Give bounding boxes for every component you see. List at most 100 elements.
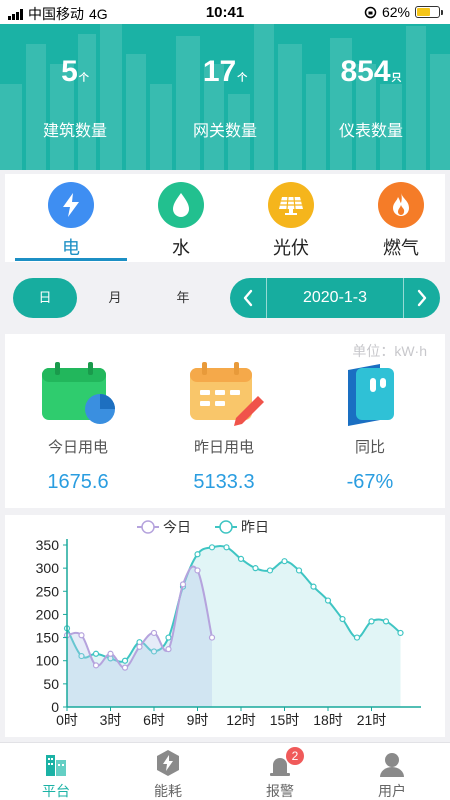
rotation-lock-icon — [364, 6, 377, 18]
bottom-navigation: 平台 能耗 2 报警 用户 — [0, 742, 450, 800]
data-point — [382, 618, 390, 625]
summary-label: 同比 — [354, 439, 385, 456]
y-tick-label: 200 — [36, 606, 60, 622]
y-tick-label: 350 — [36, 537, 60, 553]
category-tabs: 电 水 光伏 燃气 — [5, 174, 445, 262]
tab-water[interactable]: 水 — [126, 182, 236, 260]
range-month-button[interactable]: 月 — [95, 278, 135, 318]
range-selector: 日 月 年 — [13, 278, 218, 318]
x-tick-label: 21时 — [357, 712, 387, 728]
data-point — [92, 650, 100, 657]
stat-unit: 个 — [237, 73, 248, 84]
alarm-count-badge: 2 — [286, 747, 304, 765]
nav-label: 用户 — [378, 783, 406, 799]
stat-unit: 只 — [391, 73, 402, 84]
solar-panel-icon — [268, 182, 314, 228]
tab-label: 电 — [62, 238, 80, 258]
legend-label: 昨日 — [241, 519, 269, 535]
data-point — [107, 650, 114, 657]
data-point — [397, 629, 404, 637]
stat-label: 网关数量 — [192, 123, 257, 140]
meter-count-stat: 854只 仪表数量 — [296, 52, 446, 141]
data-point — [339, 615, 346, 623]
nav-label: 能耗 — [154, 783, 182, 799]
tab-label: 水 — [172, 238, 190, 258]
chevron-right-icon — [417, 289, 427, 307]
previous-date-button[interactable] — [230, 278, 266, 318]
x-tick-label: 18时 — [313, 712, 343, 728]
summary-value: 1675.6 — [47, 471, 109, 493]
stats-header: 5个 建筑数量 17个 网关数量 854只 仪表数量 — [0, 24, 450, 170]
data-point — [281, 558, 288, 565]
data-point — [237, 555, 245, 562]
data-point — [194, 551, 201, 558]
data-point — [136, 643, 143, 650]
x-tick-label: 6时 — [143, 712, 165, 728]
x-tick-label: 15时 — [270, 712, 300, 728]
legend-marker — [219, 520, 233, 534]
tab-solar[interactable]: 光伏 — [236, 182, 346, 260]
tab-label: 光伏 — [273, 238, 309, 258]
range-year-button[interactable]: 年 — [163, 278, 203, 318]
lightning-icon — [48, 182, 94, 228]
year-on-year-comparison: 同比 -67% — [297, 362, 443, 494]
data-point — [165, 646, 172, 653]
series-area — [67, 566, 212, 707]
active-tab-indicator — [15, 258, 127, 261]
data-point — [121, 657, 129, 664]
summary-label: 今日用电 — [47, 439, 108, 456]
date-picker: 2020-1-3 — [230, 278, 440, 318]
stat-value: 854 — [340, 55, 391, 88]
calendar-icon — [5, 362, 151, 428]
y-tick-label: 50 — [43, 676, 59, 692]
battery-percent: 62% — [381, 4, 410, 20]
x-tick-label: 12时 — [226, 712, 256, 728]
y-tick-label: 250 — [36, 583, 60, 599]
y-tick-label: 100 — [36, 653, 60, 669]
nav-user[interactable]: 用户 — [336, 747, 448, 800]
tab-electricity[interactable]: 电 — [16, 182, 126, 260]
nav-alarm[interactable]: 2 报警 — [224, 747, 336, 800]
legend-label: 今日 — [163, 519, 191, 535]
data-point — [78, 632, 85, 639]
y-tick-label: 150 — [36, 630, 60, 646]
today-consumption: 今日用电 1675.6 — [5, 362, 151, 494]
data-point — [165, 634, 172, 641]
calendar-edit-icon — [151, 362, 297, 428]
data-point — [150, 629, 158, 637]
legend-marker — [141, 520, 155, 534]
y-tick-label: 300 — [36, 560, 60, 576]
data-point — [208, 544, 216, 551]
date-value[interactable]: 2020-1-3 — [266, 278, 404, 318]
data-point — [252, 565, 259, 572]
stat-unit: 个 — [78, 73, 89, 84]
nav-energy[interactable]: 能耗 — [112, 747, 224, 800]
data-point — [368, 618, 375, 625]
x-tick-label: 9时 — [187, 712, 209, 728]
data-point — [310, 583, 317, 590]
unit-label: 单位：kW·h — [352, 343, 427, 359]
water-drop-icon — [158, 182, 204, 228]
range-day-button[interactable]: 日 — [13, 278, 77, 318]
summary-value: 5133.3 — [193, 471, 255, 493]
stat-label: 仪表数量 — [338, 123, 403, 140]
data-point — [208, 634, 216, 641]
data-point — [353, 634, 361, 641]
data-point — [324, 597, 332, 604]
data-point — [223, 544, 230, 551]
alarm-icon: 2 — [224, 747, 336, 777]
data-point — [92, 662, 100, 669]
data-point — [295, 567, 303, 574]
next-date-button[interactable] — [404, 278, 440, 318]
tab-gas[interactable]: 燃气 — [346, 182, 450, 260]
flame-icon — [378, 182, 424, 228]
nav-label: 平台 — [42, 783, 70, 799]
x-tick-label: 3时 — [100, 712, 122, 728]
data-point — [121, 664, 129, 671]
nav-label: 报警 — [266, 783, 294, 799]
battery-icon — [415, 6, 443, 18]
stat-value: 17 — [202, 55, 237, 88]
nav-platform[interactable]: 平台 — [0, 747, 112, 800]
chevron-left-icon — [243, 289, 253, 307]
building-count-stat: 5个 建筑数量 — [0, 52, 150, 141]
